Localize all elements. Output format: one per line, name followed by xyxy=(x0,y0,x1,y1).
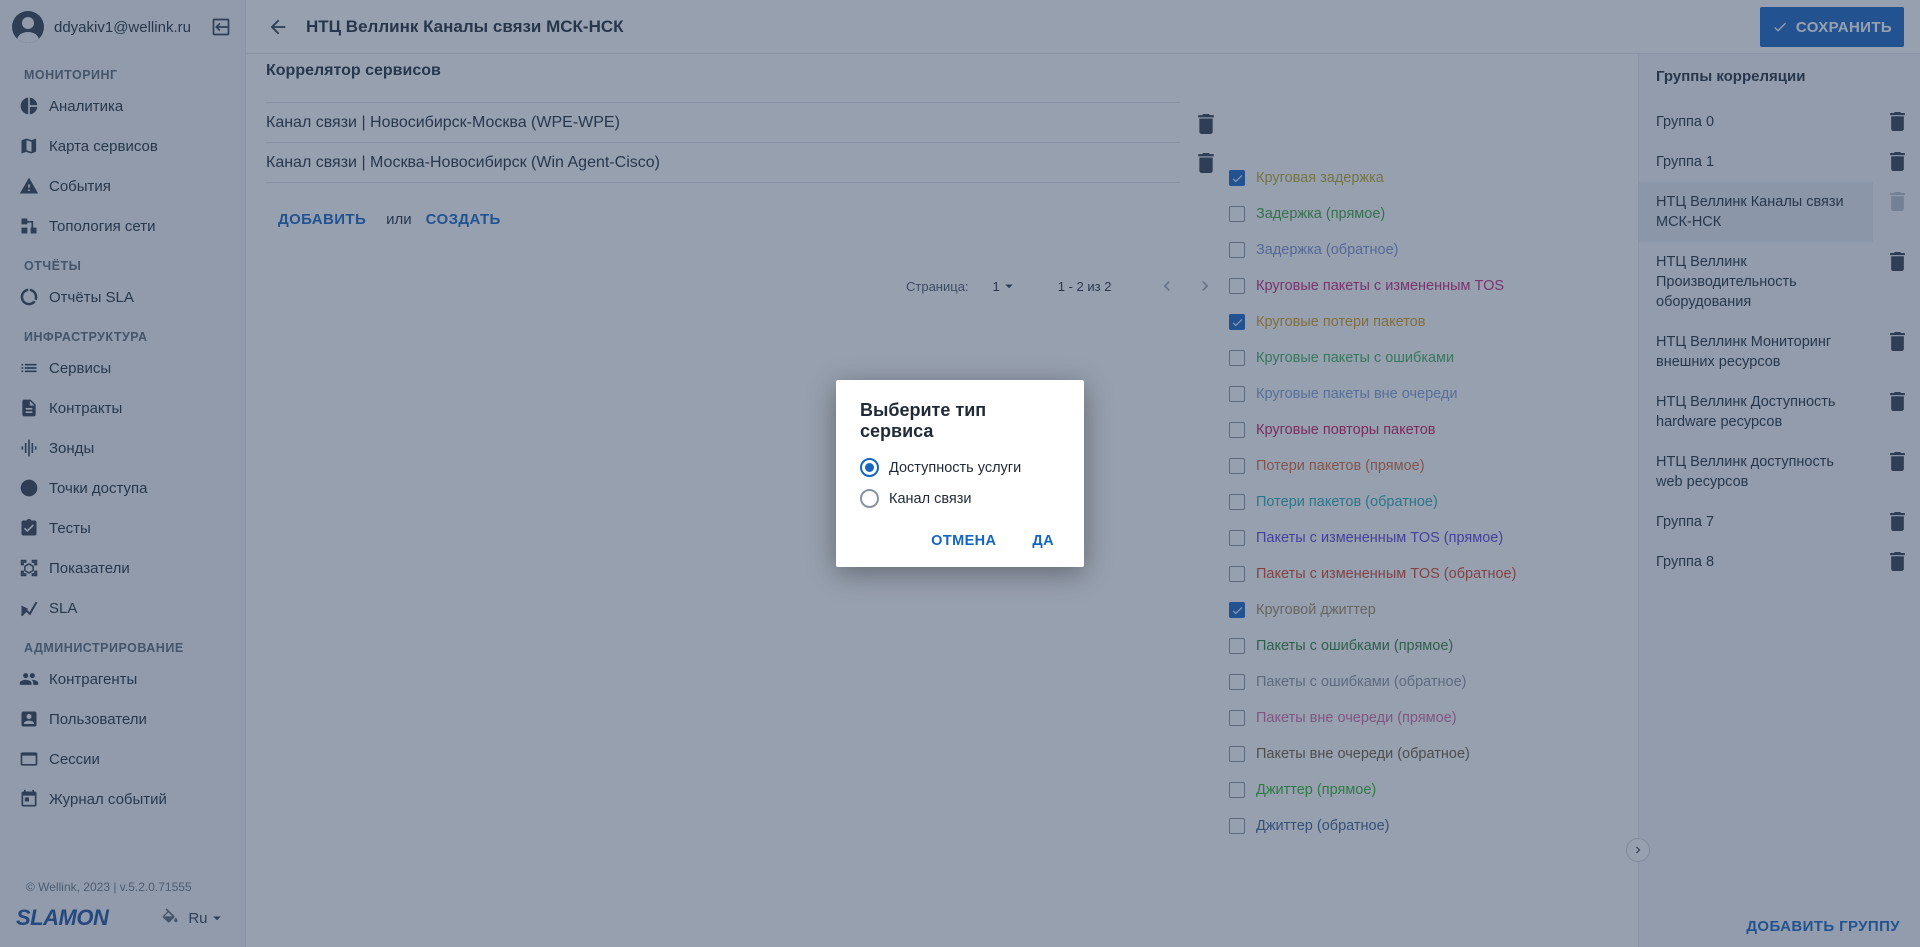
radio-option-link[interactable]: Канал связи xyxy=(860,489,1060,508)
dialog-title: Выберите тип сервиса xyxy=(860,400,987,441)
radio-option-availability[interactable]: Доступность услуги xyxy=(860,458,1060,477)
radio-label: Доступность услуги xyxy=(889,459,1022,476)
service-type-dialog: Выберите тип сервиса Доступность услуги … xyxy=(836,380,1084,567)
radio-button[interactable] xyxy=(860,458,879,477)
ok-button[interactable]: ДА xyxy=(1032,533,1054,549)
radio-button[interactable] xyxy=(860,489,879,508)
radio-label: Канал связи xyxy=(889,490,972,507)
cancel-button[interactable]: ОТМЕНА xyxy=(931,533,996,549)
